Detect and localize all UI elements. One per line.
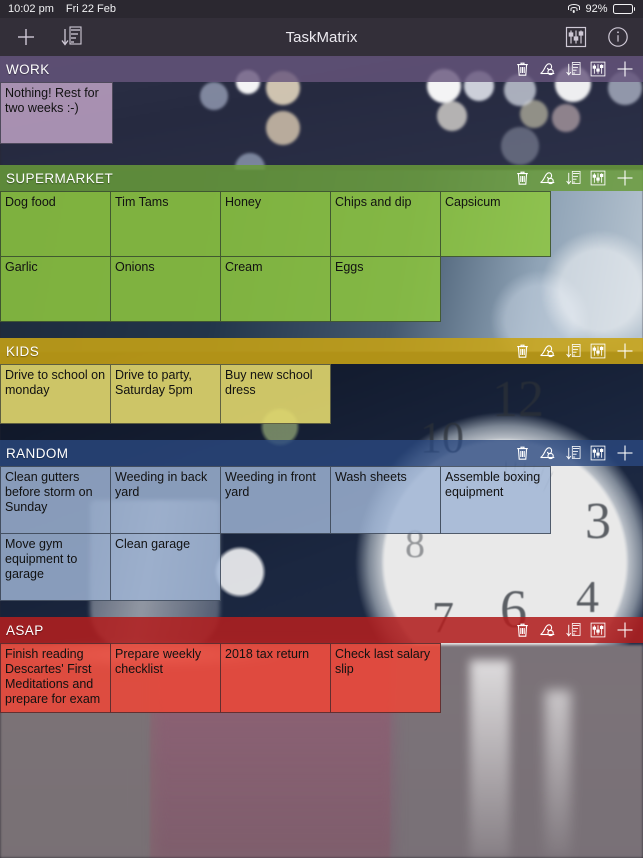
info-circle-icon[interactable]: [607, 26, 629, 48]
task-card[interactable]: Honey: [220, 191, 331, 257]
section-actions: [515, 59, 635, 79]
task-card[interactable]: Garlic: [0, 256, 111, 322]
archive-icon[interactable]: [539, 622, 556, 638]
battery-percent-label: 92%: [585, 3, 608, 15]
task-card[interactable]: Buy new school dress: [220, 364, 331, 424]
section-asap: ASAP Finish reading Descartes' First Med…: [0, 617, 643, 713]
task-card[interactable]: Clean garage: [110, 533, 221, 601]
sliders-icon[interactable]: [590, 170, 606, 186]
status-bar: 10:02 pm Fri 22 Feb 92%: [0, 0, 643, 18]
section-title: RANDOM: [6, 445, 69, 461]
section-header-supermarket[interactable]: SUPERMARKET: [0, 165, 643, 191]
section-title: WORK: [6, 61, 50, 77]
section-actions: [515, 443, 635, 463]
section-actions: [515, 341, 635, 361]
section-actions: [515, 168, 635, 188]
plus-icon[interactable]: [14, 25, 38, 49]
section-work: WORK Nothing! Rest for two weeks:-): [0, 56, 643, 144]
task-card[interactable]: Cream: [220, 256, 331, 322]
task-card[interactable]: Prepare weekly checklist: [110, 643, 221, 713]
section-header-random[interactable]: RANDOM: [0, 440, 643, 466]
task-card[interactable]: 2018 tax return: [220, 643, 331, 713]
task-card[interactable]: Clean gutters before storm on Sunday: [0, 466, 111, 534]
card-grid-work: Nothing! Rest for two weeks :-): [0, 82, 643, 144]
plus-icon[interactable]: [615, 443, 635, 463]
card-grid-asap: Finish reading Descartes' First Meditati…: [0, 643, 643, 713]
task-card[interactable]: Drive to school on monday: [0, 364, 111, 424]
section-title: SUPERMARKET: [6, 170, 114, 186]
card-grid-kids: Drive to school on monday Drive to party…: [0, 364, 643, 424]
status-time: 10:02 pm: [8, 3, 54, 15]
sliders-icon[interactable]: [590, 343, 606, 359]
task-card[interactable]: Assemble boxing equipment: [440, 466, 551, 534]
task-card[interactable]: Onions: [110, 256, 221, 322]
task-card[interactable]: Check last salary slip: [330, 643, 441, 713]
archive-icon[interactable]: [539, 170, 556, 186]
task-card[interactable]: Capsicum: [440, 191, 551, 257]
task-card[interactable]: Nothing! Rest for two weeks :-): [0, 82, 113, 144]
sort-descending-icon[interactable]: [565, 622, 581, 639]
section-header-work[interactable]: WORK: [0, 56, 643, 82]
status-date: Fri 22 Feb: [65, 3, 117, 15]
app-toolbar: TaskMatrix: [0, 18, 643, 56]
plus-icon[interactable]: [615, 341, 635, 361]
sliders-icon[interactable]: [590, 445, 606, 461]
section-header-asap[interactable]: ASAP: [0, 617, 643, 643]
sort-descending-icon[interactable]: [60, 25, 82, 49]
trash-icon[interactable]: [515, 622, 530, 638]
section-supermarket: SUPERMARKET Dog food Tim Tams Honey Chip…: [0, 165, 643, 322]
archive-icon[interactable]: [539, 445, 556, 461]
section-title: KIDS: [6, 343, 40, 359]
archive-icon[interactable]: [539, 61, 556, 77]
task-card[interactable]: Drive to party, Saturday 5pm: [110, 364, 221, 424]
wifi-icon: [567, 4, 580, 14]
task-card[interactable]: Chips and dip: [330, 191, 441, 257]
section-title: ASAP: [6, 622, 44, 638]
sort-descending-icon[interactable]: [565, 61, 581, 78]
sort-descending-icon[interactable]: [565, 445, 581, 462]
task-card[interactable]: Weeding in back yard: [110, 466, 221, 534]
plus-icon[interactable]: [615, 168, 635, 188]
section-kids: KIDS Drive to school on monday Drive to …: [0, 338, 643, 424]
sort-descending-icon[interactable]: [565, 343, 581, 360]
sliders-icon[interactable]: [590, 61, 606, 77]
task-card[interactable]: Eggs: [330, 256, 441, 322]
sort-descending-icon[interactable]: [565, 170, 581, 187]
sliders-icon[interactable]: [565, 26, 587, 48]
archive-icon[interactable]: [539, 343, 556, 359]
battery-icon: [612, 4, 635, 14]
task-card[interactable]: Move gym equipment to garage: [0, 533, 111, 601]
trash-icon[interactable]: [515, 170, 530, 186]
section-random: RANDOM Clean gutters before storm on Sun…: [0, 440, 643, 601]
task-card[interactable]: Weeding in front yard: [220, 466, 331, 534]
trash-icon[interactable]: [515, 61, 530, 77]
card-grid-supermarket: Dog food Tim Tams Honey Chips and dip Ca…: [0, 191, 643, 322]
trash-icon[interactable]: [515, 445, 530, 461]
plus-icon[interactable]: [615, 620, 635, 640]
sliders-icon[interactable]: [590, 622, 606, 638]
section-header-kids[interactable]: KIDS: [0, 338, 643, 364]
trash-icon[interactable]: [515, 343, 530, 359]
task-card[interactable]: Dog food: [0, 191, 111, 257]
task-card[interactable]: Tim Tams: [110, 191, 221, 257]
task-card[interactable]: Wash sheets: [330, 466, 441, 534]
card-grid-random: Clean gutters before storm on Sunday Wee…: [0, 466, 643, 601]
plus-icon[interactable]: [615, 59, 635, 79]
section-actions: [515, 620, 635, 640]
page-title: TaskMatrix: [285, 28, 358, 46]
task-card[interactable]: Finish reading Descartes' First Meditati…: [0, 643, 111, 713]
